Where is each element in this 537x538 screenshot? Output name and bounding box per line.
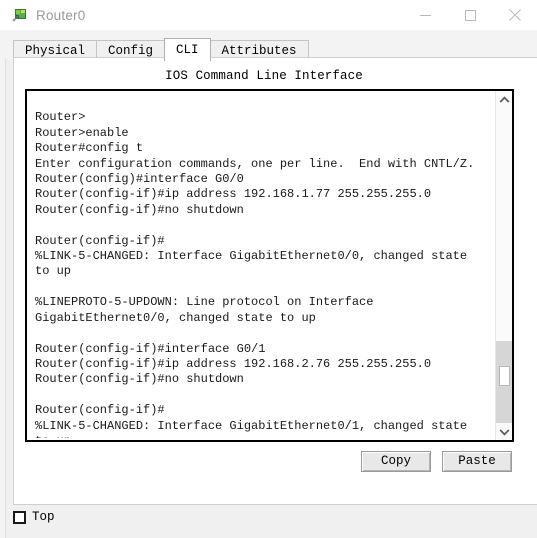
page-title: IOS Command Line Interface xyxy=(165,69,363,83)
top-checkbox-label: Top xyxy=(32,510,55,524)
router-device-icon xyxy=(12,7,29,23)
tab-cli[interactable]: CLI xyxy=(164,38,211,61)
tab-strip: Physical Config CLI Attributes xyxy=(0,30,537,61)
action-button-row: Copy Paste xyxy=(14,451,514,473)
copy-button[interactable]: Copy xyxy=(361,451,431,472)
router-cli-window: Router0 Physical Config CLI Attributes I… xyxy=(0,0,537,538)
chevron-down-icon[interactable] xyxy=(496,423,512,440)
title-bar-left-group: Router0 xyxy=(12,0,85,30)
window-title: Router0 xyxy=(36,7,86,23)
top-checkbox[interactable] xyxy=(13,510,26,524)
title-bar: Router0 xyxy=(0,0,537,30)
footer-row: Top xyxy=(13,510,55,524)
console-scrollbar[interactable] xyxy=(495,91,512,440)
console-output-text: Router> Router>enable Router#config t En… xyxy=(35,110,475,438)
console-output-box[interactable]: Router> Router>enable Router#config t En… xyxy=(25,89,514,442)
cli-content-panel: IOS Command Line Interface Router> Route… xyxy=(13,57,537,505)
window-left-edge xyxy=(0,30,6,538)
maximize-icon[interactable] xyxy=(448,0,492,30)
close-icon[interactable] xyxy=(493,0,537,30)
scrollbar-thumb[interactable] xyxy=(499,366,510,386)
minimize-icon[interactable] xyxy=(403,0,447,30)
chevron-up-icon[interactable] xyxy=(496,91,512,108)
paste-button[interactable]: Paste xyxy=(442,451,512,472)
